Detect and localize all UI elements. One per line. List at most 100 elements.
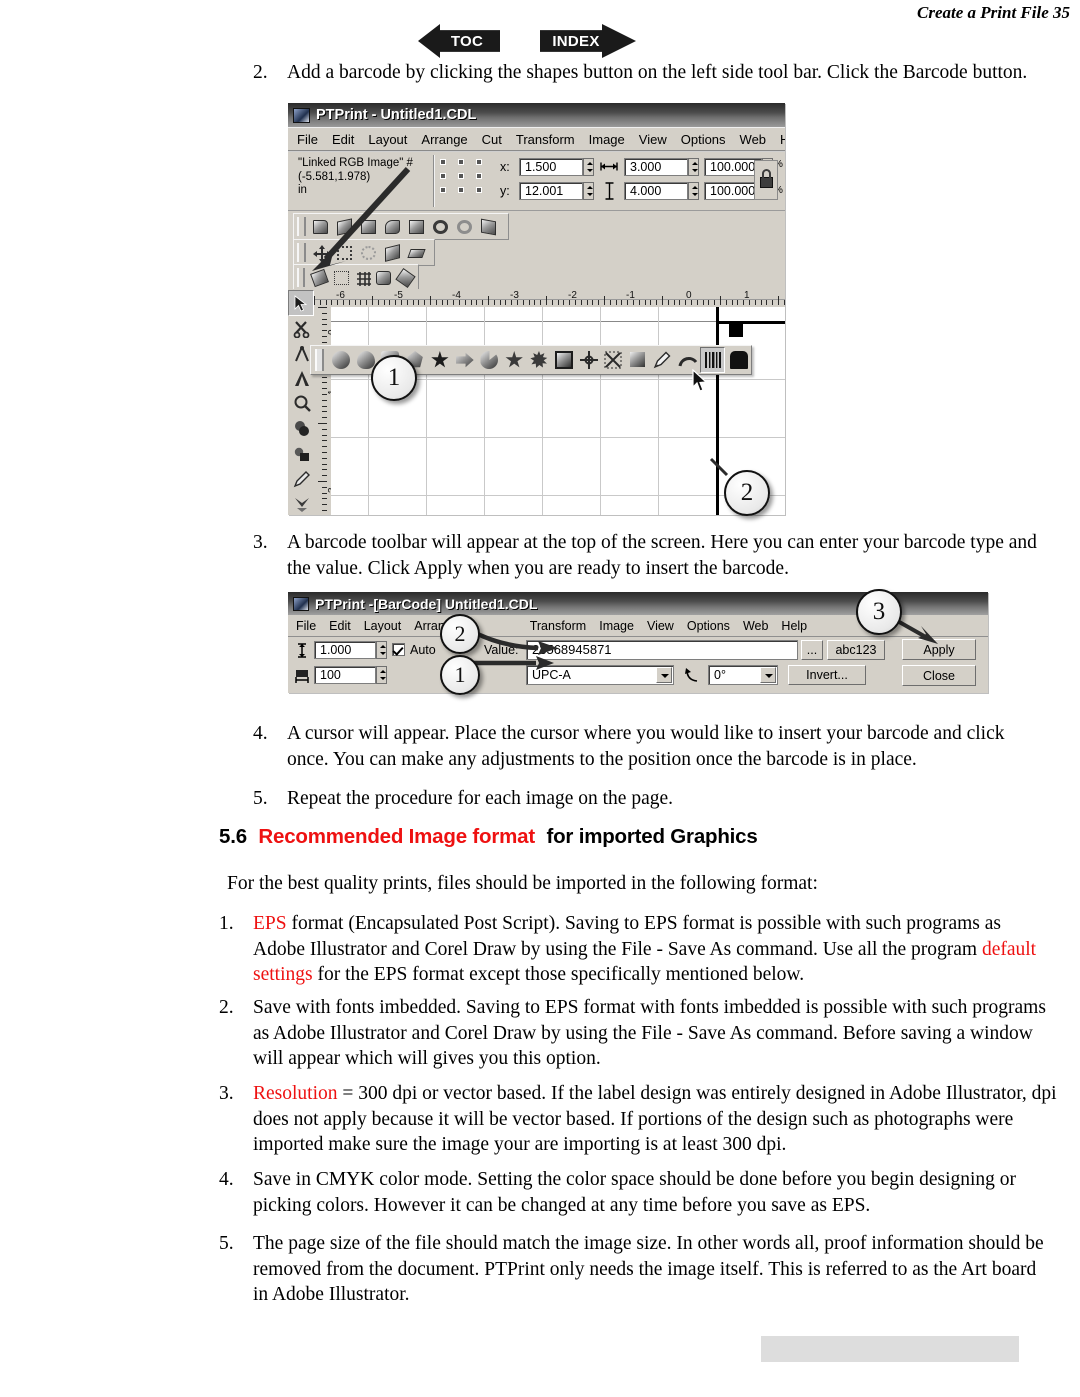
auto-checkbox[interactable] xyxy=(392,643,405,656)
barcode-width-spinner[interactable] xyxy=(376,666,387,684)
menu-item-arrange[interactable]: Arrange xyxy=(421,132,467,147)
index-link[interactable]: INDEX xyxy=(540,22,636,60)
barcode-value-field[interactable]: 23568945871 xyxy=(526,640,798,660)
list-number: 2. xyxy=(219,997,234,1018)
barcode-width-field[interactable]: 100 xyxy=(314,666,376,684)
index-label: INDEX xyxy=(552,32,600,50)
menu-item-cut[interactable]: Cut xyxy=(482,132,502,147)
lock-aspect-button[interactable] xyxy=(754,160,778,200)
vertical-ruler[interactable]: 0 1 3 xyxy=(314,307,338,515)
list-text: EPS format (Encapsulated Post Script). S… xyxy=(253,911,1047,988)
menu-item-web[interactable]: Web xyxy=(740,132,767,147)
barcode-height-field[interactable]: 1.000 xyxy=(314,641,376,659)
callout-badge-1: 1 xyxy=(440,655,480,695)
crosshair-shape-button[interactable] xyxy=(577,348,600,372)
list-text: A cursor will appear. Place the cursor w… xyxy=(287,723,1005,770)
y-field[interactable]: 12.001 xyxy=(519,182,583,200)
node-edit-tool-icon[interactable] xyxy=(289,492,313,515)
menu-item-options[interactable]: Options xyxy=(687,619,730,633)
window-title: PTPrint -[BarCode] Untitled1.CDL xyxy=(315,595,538,612)
list-text: Resolution = 300 dpi or vector based. If… xyxy=(253,1081,1059,1158)
invert-button[interactable]: Invert... xyxy=(788,665,866,685)
undo-icon[interactable] xyxy=(430,217,452,237)
menu-item-layout[interactable]: Layout xyxy=(368,132,407,147)
toolbar-grip[interactable] xyxy=(297,217,306,236)
window-title-bar: PTPrint - Untitled1.CDL xyxy=(288,103,785,127)
toolbar-grip[interactable] xyxy=(297,243,306,262)
index-arrow-icon: INDEX xyxy=(540,24,636,58)
toolbar-grip[interactable] xyxy=(297,268,306,287)
height-spinner[interactable] xyxy=(688,182,699,200)
transform-shape-button[interactable] xyxy=(601,348,624,372)
pen-tool-icon[interactable] xyxy=(289,467,313,491)
tag-shape-button[interactable] xyxy=(727,348,750,372)
browse-button[interactable]: ... xyxy=(801,640,823,660)
menu-item-image[interactable]: Image xyxy=(599,619,634,633)
auto-label: Auto xyxy=(410,643,436,657)
zoom-tool-icon[interactable] xyxy=(289,392,313,416)
list-text-part: format (Encapsulated Post Script). Savin… xyxy=(253,913,1001,960)
list-text: The page size of the file should match t… xyxy=(253,1233,1044,1305)
x-field[interactable]: 1.500 xyxy=(519,158,583,176)
shapes-circles-tool-icon[interactable] xyxy=(289,417,313,441)
selection-handle[interactable] xyxy=(729,324,743,337)
document-page: TOC INDEX 2. Add a barcode by clicking t… xyxy=(0,0,1080,1397)
shapes-tool-icon[interactable] xyxy=(289,442,313,466)
menu-item-edit[interactable]: Edit xyxy=(332,132,354,147)
y-spinner[interactable] xyxy=(583,182,594,200)
callout-badge-3: 3 xyxy=(856,589,902,635)
pencil-shape-button[interactable] xyxy=(651,348,674,372)
list-item: 2. Add a barcode by clicking the shapes … xyxy=(253,60,1053,86)
menu-item-view[interactable]: View xyxy=(639,132,667,147)
rotation-icon xyxy=(685,668,698,682)
highlight-term: Resolution xyxy=(253,1083,338,1104)
toc-link[interactable]: TOC xyxy=(418,22,500,60)
list-number: 2. xyxy=(253,62,268,83)
exit-icon[interactable] xyxy=(478,217,500,237)
lock-body-icon xyxy=(760,177,773,188)
list-text-part: for the EPS format except those specific… xyxy=(312,964,805,985)
picture-shape-button[interactable] xyxy=(552,348,575,372)
menu-item-transform[interactable]: Transform xyxy=(516,132,575,147)
window-title: PTPrint - Untitled1.CDL xyxy=(316,107,477,123)
width-field[interactable]: 3.000 xyxy=(624,158,688,176)
dotted-burst-shape-button[interactable] xyxy=(527,348,550,372)
height-field[interactable]: 4.000 xyxy=(624,182,688,200)
chevron-down-icon[interactable] xyxy=(760,667,776,683)
menu-item-options[interactable]: Options xyxy=(681,132,726,147)
heading-black-part: for imported Graphics xyxy=(546,825,758,848)
menu-item-view[interactable]: View xyxy=(647,619,674,633)
rectangle-shape-button[interactable] xyxy=(626,348,649,372)
ellipse-shape-button[interactable] xyxy=(329,348,352,372)
menu-item-image[interactable]: Image xyxy=(589,132,625,147)
width-spinner[interactable] xyxy=(688,158,699,176)
horizontal-ruler[interactable]: -6 -5 -4 -3 -2 -1 0 1 xyxy=(314,289,785,308)
menu-item-help[interactable]: Help xyxy=(781,619,807,633)
chevron-down-icon[interactable] xyxy=(656,667,672,683)
arrow-shape-button[interactable] xyxy=(453,348,476,372)
star-shape-button[interactable] xyxy=(428,348,451,372)
menu-bar: File Edit Layout Arrange Cut Transform I… xyxy=(288,127,785,151)
list-number: 1. xyxy=(219,913,234,934)
barcode-width-icon xyxy=(295,670,309,683)
page-title: 5.6 Recommended Image format for importe… xyxy=(219,825,758,849)
menu-item-edit[interactable]: Edit xyxy=(329,619,351,633)
x-spinner[interactable] xyxy=(583,158,594,176)
toolbar-grip[interactable] xyxy=(315,349,324,371)
menu-item-web[interactable]: Web xyxy=(743,619,768,633)
scissors-tool-icon[interactable] xyxy=(289,317,313,341)
menu-item-help[interactable]: Help xyxy=(780,132,785,147)
app-icon xyxy=(293,107,310,123)
redo-icon[interactable] xyxy=(454,217,476,237)
barcode-height-spinner[interactable] xyxy=(376,641,387,659)
anchor-point-selector[interactable] xyxy=(440,159,492,203)
pointer-tool-icon[interactable] xyxy=(288,290,314,316)
dotted-star-shape-button[interactable] xyxy=(502,348,525,372)
menu-item-file[interactable]: File xyxy=(296,619,316,633)
pac-shape-button[interactable] xyxy=(477,348,500,372)
rotation-combo[interactable]: 0° xyxy=(708,665,778,685)
close-button[interactable]: Close xyxy=(902,665,976,686)
menu-item-layout[interactable]: Layout xyxy=(364,619,402,633)
list-item: 5. The page size of the file should matc… xyxy=(219,1231,1051,1308)
menu-item-file[interactable]: File xyxy=(297,132,318,147)
